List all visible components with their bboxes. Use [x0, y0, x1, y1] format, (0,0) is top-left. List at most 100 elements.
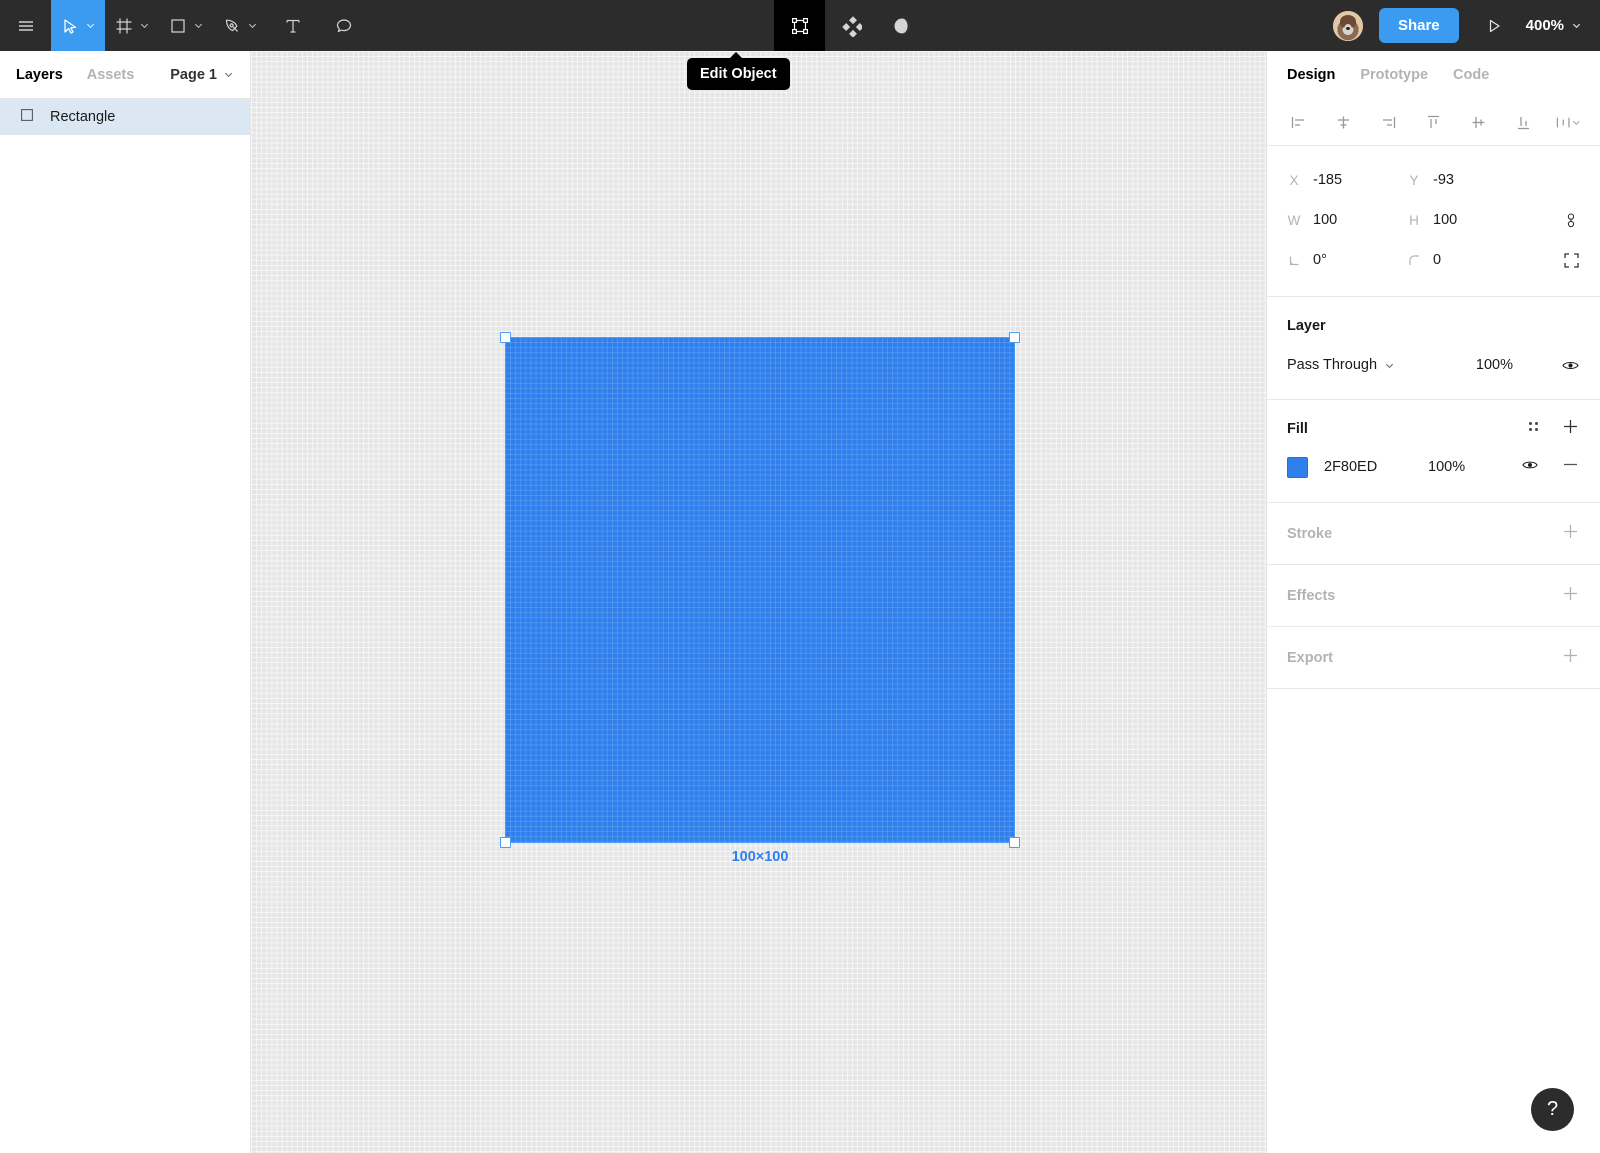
- y-value: -93: [1433, 172, 1454, 188]
- independent-corners-icon: [1563, 252, 1580, 269]
- chevron-down-icon: [223, 69, 234, 80]
- help-button[interactable]: ?: [1531, 1088, 1574, 1131]
- tooltip-text: Edit Object: [700, 66, 777, 82]
- corner-radius-value: 0: [1433, 252, 1441, 268]
- canvas[interactable]: 100×100: [251, 51, 1266, 1153]
- layer-visibility-button[interactable]: [1561, 356, 1580, 375]
- layer-name: Rectangle: [50, 109, 115, 125]
- zoom-level-label: 400%: [1526, 17, 1564, 34]
- corner-radius-icon: [1407, 254, 1421, 267]
- remove-fill-button[interactable]: [1561, 455, 1580, 479]
- rotation-icon: [1287, 254, 1301, 267]
- share-button[interactable]: Share: [1379, 8, 1459, 43]
- zoom-control[interactable]: 400%: [1520, 17, 1600, 34]
- present-button[interactable]: [1469, 0, 1520, 51]
- layer-section-title: Layer: [1287, 318, 1326, 334]
- chevron-down-icon: [1571, 20, 1582, 31]
- align-horizontal-center-icon: [1335, 114, 1352, 131]
- avatar[interactable]: [1333, 11, 1363, 41]
- position-row: X -185 Y -93: [1287, 160, 1580, 200]
- tab-layers[interactable]: Layers: [16, 67, 63, 83]
- chevron-down-icon: [139, 20, 150, 31]
- align-vertical-center-icon: [1470, 114, 1487, 131]
- left-panel-tabs: Layers Assets Page 1: [0, 51, 250, 99]
- constrain-proportions-button[interactable]: [1562, 211, 1580, 229]
- export-section: Export: [1267, 627, 1600, 689]
- add-stroke-button[interactable]: [1561, 522, 1580, 546]
- frame-tool-button[interactable]: [105, 0, 159, 51]
- figma-editor-window: Share 400% Edit Object Layers Assets Pag…: [0, 0, 1600, 1153]
- independent-corners-button[interactable]: [1563, 252, 1580, 269]
- right-panel: Design Prototype Code: [1266, 51, 1600, 1153]
- blend-mode-select[interactable]: Pass Through: [1287, 357, 1395, 373]
- text-icon: [283, 16, 303, 36]
- x-label: X: [1287, 173, 1301, 188]
- align-right-button[interactable]: [1375, 109, 1402, 136]
- fill-hex-value[interactable]: 2F80ED: [1324, 459, 1428, 475]
- mask-icon: [891, 15, 913, 37]
- plus-icon: [1561, 417, 1580, 436]
- tab-assets[interactable]: Assets: [87, 67, 135, 83]
- pen-tool-button[interactable]: [213, 0, 267, 51]
- components-button[interactable]: [825, 0, 876, 51]
- cursor-icon: [60, 16, 80, 36]
- pen-icon: [222, 16, 242, 36]
- stroke-section: Stroke: [1267, 503, 1600, 565]
- rectangle-shape[interactable]: [505, 337, 1015, 843]
- comment-icon: [334, 16, 354, 36]
- plus-icon: [1561, 584, 1580, 603]
- x-value: -185: [1313, 172, 1342, 188]
- minus-icon: [1561, 455, 1580, 474]
- styles-icon: [1526, 419, 1541, 434]
- h-label: H: [1407, 213, 1421, 228]
- square-icon: [168, 16, 188, 36]
- right-panel-tabs: Design Prototype Code: [1267, 51, 1600, 99]
- align-right-icon: [1380, 114, 1397, 131]
- edit-object-button[interactable]: [774, 0, 825, 51]
- fill-visibility-button[interactable]: [1521, 456, 1539, 479]
- rotation-field[interactable]: 0°: [1287, 252, 1407, 268]
- page-label: Page 1: [170, 67, 217, 83]
- tab-prototype[interactable]: Prototype: [1360, 67, 1428, 83]
- add-export-button[interactable]: [1561, 646, 1580, 670]
- align-top-button[interactable]: [1420, 109, 1447, 136]
- align-top-icon: [1425, 114, 1442, 131]
- y-field[interactable]: Y -93: [1407, 172, 1527, 188]
- chevron-down-icon: [193, 20, 204, 31]
- plus-icon: [1561, 522, 1580, 541]
- fill-section-actions: [1526, 417, 1580, 441]
- distribute-button[interactable]: [1555, 109, 1582, 136]
- move-tool-button[interactable]: [51, 0, 105, 51]
- align-vertical-center-button[interactable]: [1465, 109, 1492, 136]
- mask-button[interactable]: [876, 0, 927, 51]
- align-bottom-button[interactable]: [1510, 109, 1537, 136]
- blend-mode-row: Pass Through 100%: [1287, 347, 1580, 383]
- height-field[interactable]: H 100: [1407, 212, 1527, 228]
- corner-radius-field[interactable]: 0: [1407, 252, 1527, 268]
- list-item[interactable]: Rectangle: [0, 99, 250, 135]
- page-selector[interactable]: Page 1: [170, 67, 234, 83]
- add-fill-button[interactable]: [1561, 417, 1580, 441]
- fill-section-header: Fill: [1287, 414, 1580, 444]
- layer-opacity-value[interactable]: 100%: [1476, 357, 1513, 373]
- rotation-radius-row: 0° 0: [1287, 240, 1580, 280]
- edit-object-icon: [789, 15, 811, 37]
- x-field[interactable]: X -185: [1287, 172, 1407, 188]
- align-left-icon: [1290, 114, 1307, 131]
- main-menu-button[interactable]: [0, 0, 51, 51]
- styles-button[interactable]: [1526, 419, 1541, 439]
- tab-design[interactable]: Design: [1287, 67, 1335, 83]
- fill-color-swatch[interactable]: [1287, 457, 1308, 478]
- text-tool-button[interactable]: [267, 0, 318, 51]
- add-effect-button[interactable]: [1561, 584, 1580, 608]
- width-field[interactable]: W 100: [1287, 212, 1407, 228]
- tab-code[interactable]: Code: [1453, 67, 1489, 83]
- eye-icon: [1521, 456, 1539, 474]
- shape-tool-button[interactable]: [159, 0, 213, 51]
- align-left-button[interactable]: [1285, 109, 1312, 136]
- comment-tool-button[interactable]: [318, 0, 369, 51]
- fill-opacity-value[interactable]: 100%: [1428, 459, 1465, 475]
- export-section-title: Export: [1287, 650, 1333, 666]
- align-horizontal-center-button[interactable]: [1330, 109, 1357, 136]
- w-value: 100: [1313, 212, 1337, 228]
